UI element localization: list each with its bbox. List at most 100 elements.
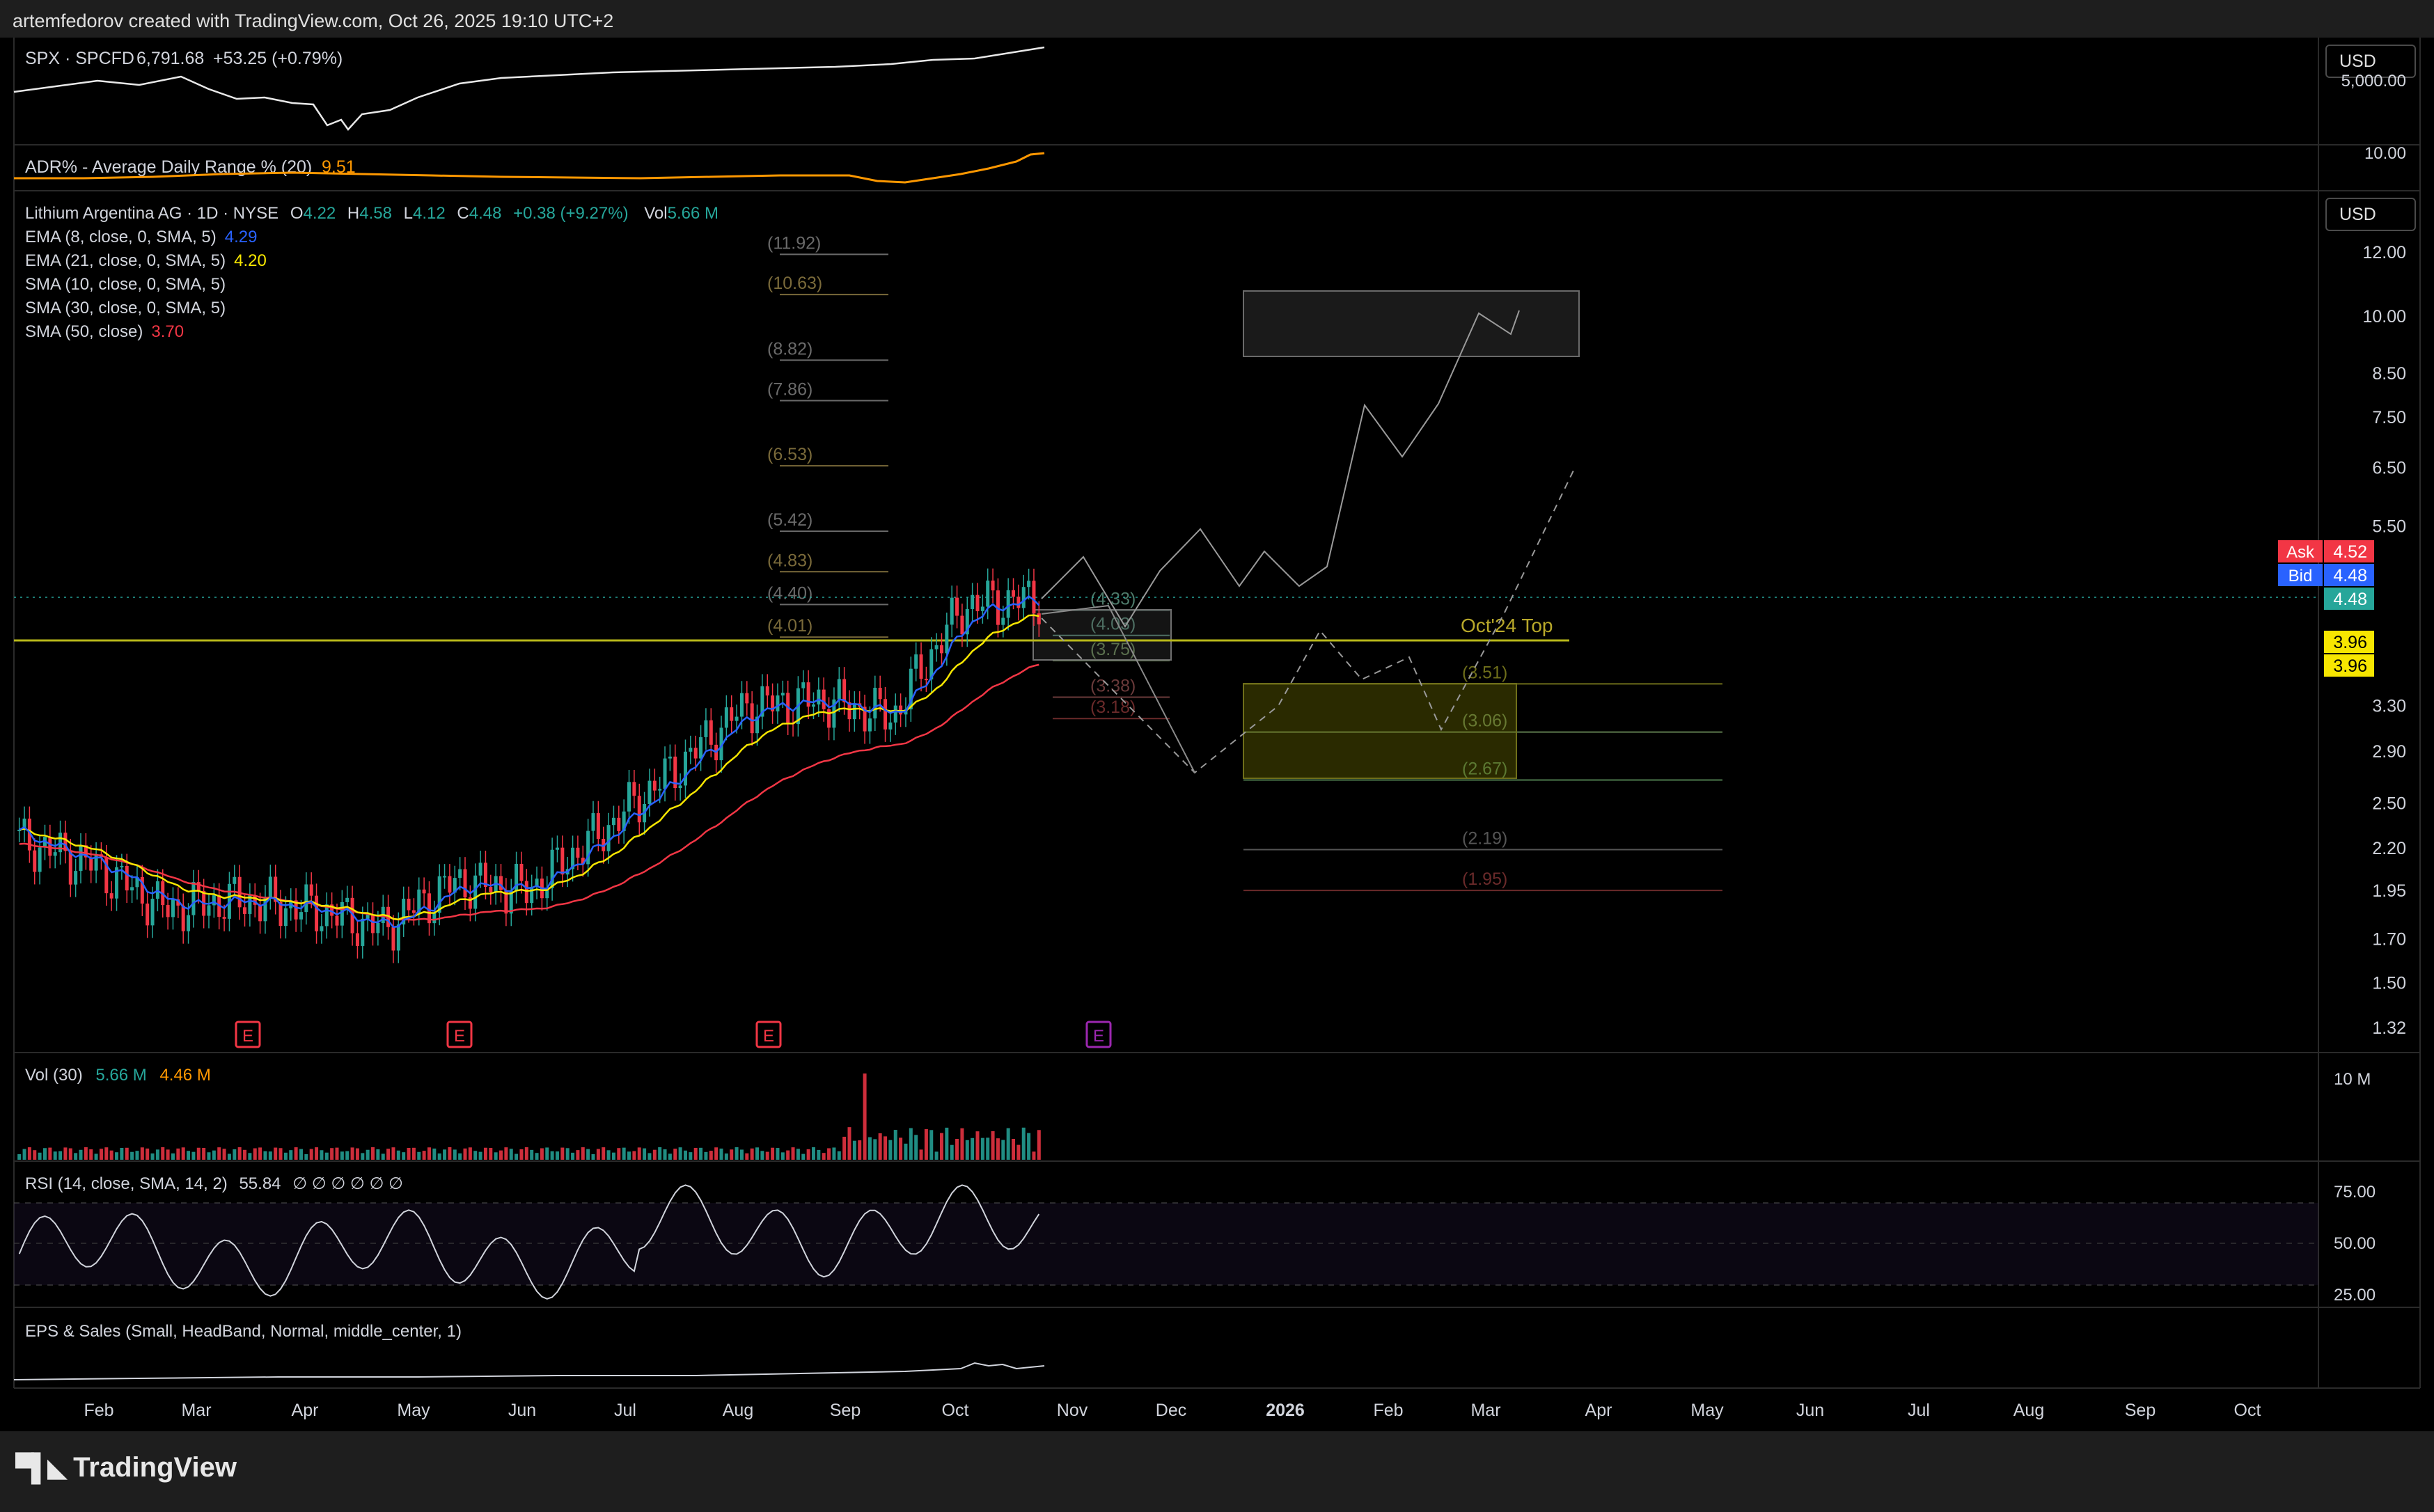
tradingview-logo[interactable]: ▀▌◣ TradingView (15, 1452, 237, 1483)
candle-body (1012, 590, 1016, 597)
candle-body (663, 758, 667, 789)
volume-bar (786, 1150, 790, 1160)
volume-bar (719, 1148, 723, 1160)
chart-canvas[interactable]: SPX · SPCFD 6,791.68 +53.25 (+0.79%) 5,0… (0, 0, 2434, 1431)
candle-body (689, 748, 693, 752)
volume-bar (652, 1149, 657, 1160)
price-badge-label: Bid (2288, 567, 2313, 585)
candle-body (817, 689, 821, 704)
volume-bar (361, 1153, 365, 1160)
volume-bar (89, 1149, 93, 1160)
volume-bar (884, 1136, 888, 1160)
volume-bar (914, 1135, 918, 1160)
candle-body (258, 904, 262, 922)
volume-bar (207, 1152, 211, 1160)
volume-bar (571, 1152, 575, 1160)
candle-body (724, 707, 728, 728)
candle-body (806, 682, 810, 707)
candle-body (371, 914, 375, 934)
price-axis-tick: 1.95 (2372, 881, 2406, 901)
indicator-legend-item[interactable]: EMA (21, close, 0, SMA, 5) 4.20 (25, 251, 267, 270)
volume-bar (996, 1138, 1000, 1160)
support-zone-box[interactable] (1243, 683, 1517, 779)
rsi-axis-75: 75.00 (2334, 1183, 2376, 1202)
volume-bar (463, 1148, 467, 1160)
fib-levels-left: (11.92) (10.63) (8.82) (7.86) (6.53) (5.42) (4… (767, 233, 888, 638)
volume-bar (324, 1152, 329, 1160)
candle-body (683, 751, 687, 786)
volume-bar (1001, 1140, 1005, 1160)
candle-body (448, 876, 452, 893)
candle-body (919, 654, 923, 679)
volume-bar (309, 1149, 313, 1160)
volume-bar (919, 1149, 923, 1160)
main-legend: Lithium Argentina AG · 1D · NYSE O4.22 H… (25, 204, 719, 341)
volume-bar (458, 1153, 462, 1160)
indicator-legend-item[interactable]: EMA (8, close, 0, SMA, 5) 4.29 (25, 228, 257, 246)
volume-bar (115, 1152, 119, 1160)
volume-bar (27, 1147, 31, 1160)
indicator-legend-item[interactable]: SMA (30, close, 0, SMA, 5) (25, 299, 226, 317)
price-badge-value: 4.48 (2333, 566, 2367, 585)
volume-bar (971, 1137, 975, 1160)
volume-bar (381, 1153, 385, 1160)
projection-path-a[interactable] (1041, 310, 1520, 628)
candle-body (166, 905, 170, 918)
volume-bar (699, 1147, 703, 1160)
volume-bar (146, 1148, 150, 1160)
retest-zone-box[interactable] (1033, 609, 1172, 661)
time-axis-tick: Aug (723, 1401, 753, 1420)
candle-body (596, 813, 600, 840)
volume-bar (663, 1149, 667, 1160)
volume-bar (355, 1148, 359, 1160)
candle-body (899, 705, 903, 715)
candle-body (709, 720, 713, 745)
volume-bar (950, 1144, 954, 1160)
volume-bar (494, 1152, 498, 1160)
volume-bar (515, 1153, 519, 1160)
time-axis-tick: Jul (614, 1401, 636, 1420)
candle-body (53, 852, 57, 856)
time-axis-tick: Sep (830, 1401, 861, 1420)
volume-bar (1016, 1144, 1021, 1160)
price-axis-tick: 1.50 (2372, 973, 2406, 993)
candle-body (391, 927, 395, 951)
volume-bar (596, 1149, 600, 1160)
volume-bar (704, 1151, 708, 1160)
volume-bar (181, 1147, 185, 1160)
volume-bar (489, 1148, 493, 1160)
volume-bar (304, 1153, 308, 1160)
volume-bar (335, 1147, 339, 1160)
candle-body (1016, 597, 1021, 608)
volume-bar (437, 1153, 441, 1160)
candle-body (48, 837, 52, 856)
indicator-legend-item[interactable]: SMA (10, close, 0, SMA, 5) (25, 275, 226, 294)
candle-body (637, 796, 641, 823)
indicator-legend-item[interactable]: SMA (50, close) 3.70 (25, 322, 184, 341)
price-axis-tick: 2.90 (2372, 742, 2406, 762)
earnings-marker-label: E (454, 1027, 465, 1046)
price-badge-label: Ask (2286, 543, 2315, 562)
volume-bar (765, 1151, 769, 1160)
volume-bar (842, 1136, 847, 1160)
volume-bar (673, 1149, 677, 1160)
candle-body (658, 789, 662, 791)
price-axis-tick: 8.50 (2372, 364, 2406, 384)
volume-bar (187, 1151, 191, 1160)
rsi-pane: RSI (14, close, SMA, 14, 2) 55.84 ∅ ∅ ∅ … (14, 1174, 2376, 1305)
target-zone-box[interactable] (1243, 290, 1580, 357)
volume-bar (980, 1137, 984, 1160)
volume-bar (555, 1151, 559, 1160)
volume-bar (791, 1147, 795, 1160)
volume-bar (468, 1147, 472, 1160)
volume-bar (755, 1147, 760, 1160)
earnings-markers: EEEE (235, 1021, 1112, 1048)
volume-bar (893, 1130, 897, 1160)
vol-axis-tick: 10 M (2334, 1070, 2371, 1089)
spx-label: SPX · SPCFD (25, 49, 134, 68)
price-axis-tick: 1.70 (2372, 929, 2406, 949)
time-axis-tick: Jun (1796, 1401, 1824, 1420)
candle-body (632, 782, 636, 796)
rsi-value: 55.84 (239, 1174, 281, 1193)
volume-bars (17, 1073, 1041, 1160)
